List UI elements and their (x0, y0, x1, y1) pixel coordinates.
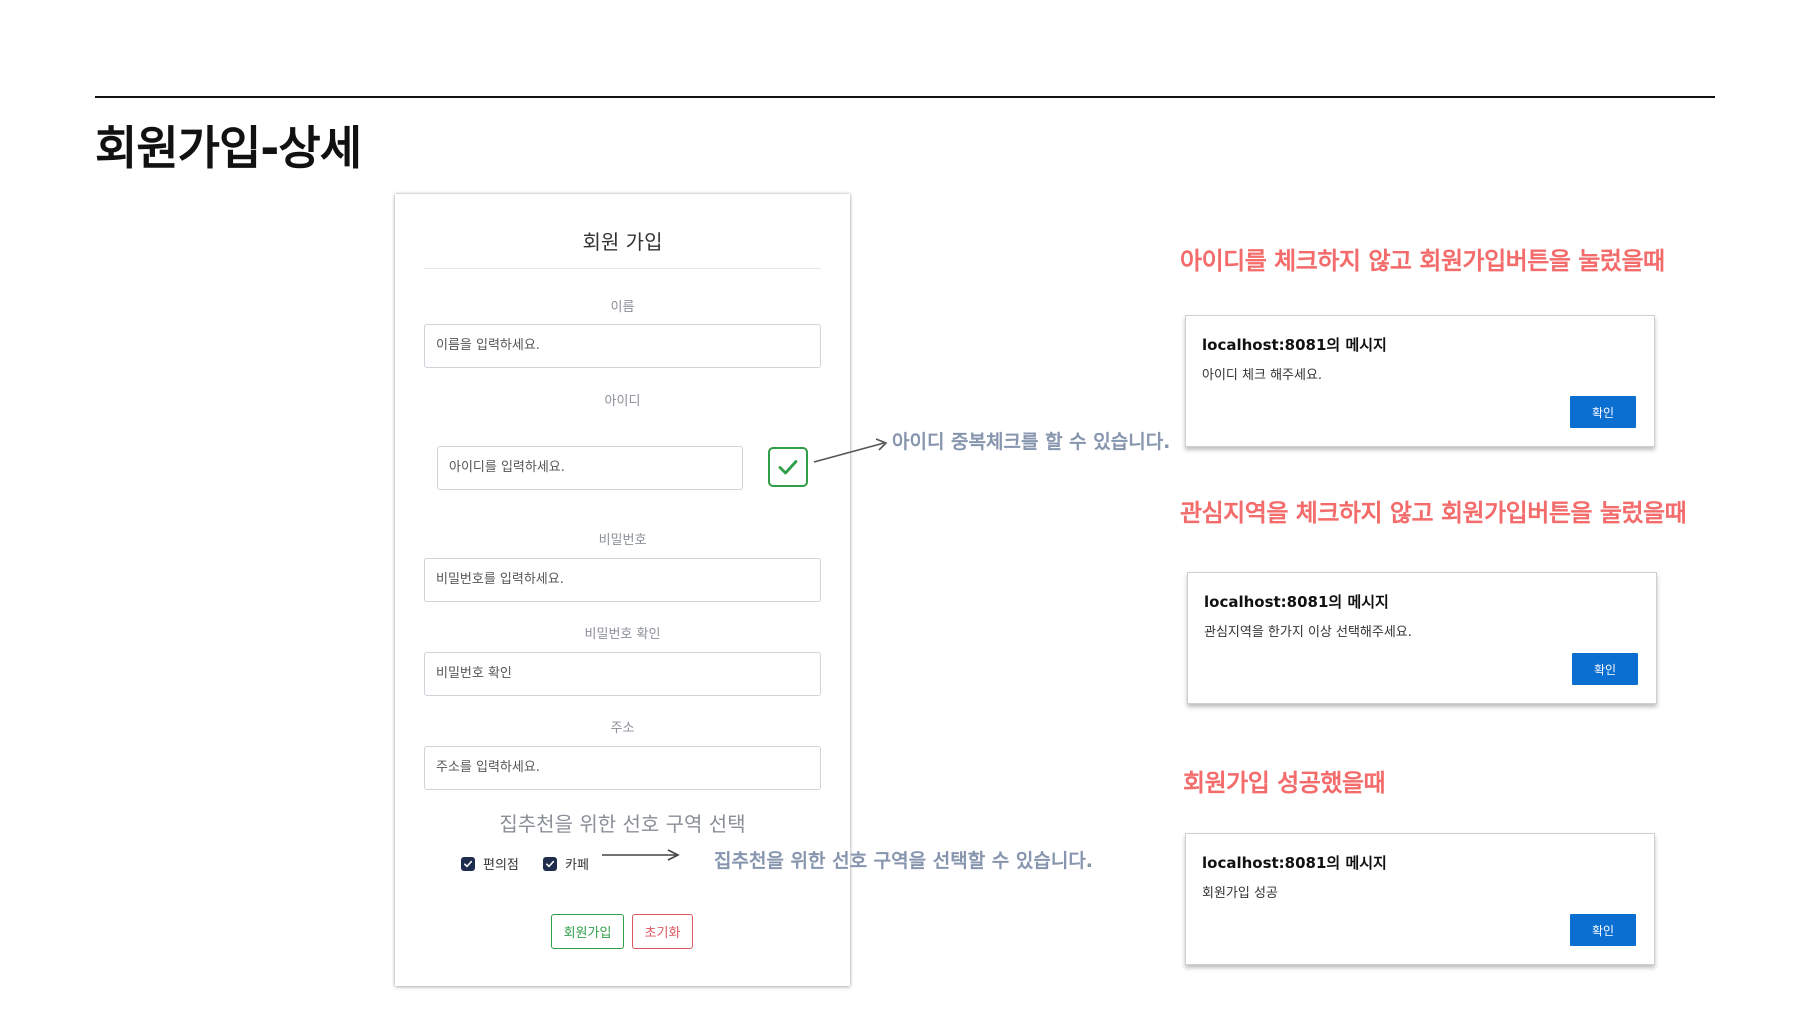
password-label: 비밀번호 (598, 533, 647, 548)
checkbox-label: 카페 (565, 858, 589, 873)
signup-button[interactable]: 회원가입 (551, 914, 624, 949)
name-label: 이름 (610, 300, 635, 315)
scenario-heading-region-unchecked: 관심지역을 체크하지 않고 회원가입버튼을 눌렀을때 (1180, 499, 1687, 527)
checkbox-cafe[interactable]: 카페 (543, 854, 589, 873)
slide-title: 회원가입-상세 (95, 121, 362, 175)
address-input[interactable]: 주소를 입력하세요. (424, 746, 821, 790)
password-input[interactable]: 비밀번호를 입력하세요. (424, 558, 821, 602)
address-label: 주소 (610, 721, 635, 736)
checkbox-label: 편의점 (483, 858, 519, 873)
scenario-heading-id-unchecked: 아이디를 체크하지 않고 회원가입버튼을 눌렀을때 (1180, 247, 1665, 275)
title-divider (424, 268, 821, 269)
dialog-ok-button[interactable]: 확인 (1572, 653, 1638, 685)
scenario-heading-signup-success: 회원가입 성공했을때 (1183, 769, 1386, 797)
name-input[interactable]: 이름을 입력하세요. (424, 324, 821, 368)
preference-title: 집추천을 위한 선호 구역 선택 (499, 812, 746, 836)
preference-note: 집추천을 위한 선호 구역을 선택할 수 있습니다. (714, 850, 1094, 872)
checkbox-convenience-store[interactable]: 편의점 (461, 854, 519, 873)
alert-dialog-region-check: localhost:8081의 메시지 관심지역을 한가지 이상 선택해주세요.… (1187, 572, 1657, 704)
dialog-message: 회원가입 성공 (1202, 886, 1278, 901)
dialog-message: 관심지역을 한가지 이상 선택해주세요. (1204, 625, 1412, 640)
dialog-ok-button[interactable]: 확인 (1570, 914, 1636, 946)
id-duplicate-check-button[interactable] (768, 447, 808, 487)
checkbox-checked-icon (543, 856, 557, 871)
reset-button[interactable]: 초기화 (632, 914, 693, 949)
top-divider (95, 96, 1715, 98)
password-confirm-label: 비밀번호 확인 (584, 627, 661, 642)
signup-form-title: 회원 가입 (582, 230, 663, 254)
dialog-title: localhost:8081의 메시지 (1204, 593, 1389, 611)
dialog-title: localhost:8081의 메시지 (1202, 854, 1387, 872)
check-icon (778, 460, 798, 475)
password-confirm-input[interactable]: 비밀번호 확인 (424, 652, 821, 696)
checkbox-checked-icon (461, 856, 475, 871)
dialog-title: localhost:8081의 메시지 (1202, 336, 1387, 354)
id-label: 아이디 (604, 394, 641, 409)
dialog-message: 아이디 체크 해주세요. (1202, 368, 1323, 383)
dialog-ok-button[interactable]: 확인 (1570, 396, 1636, 428)
id-input[interactable]: 아이디를 입력하세요. (437, 446, 743, 490)
alert-dialog-id-check: localhost:8081의 메시지 아이디 체크 해주세요. 확인 (1185, 315, 1655, 447)
id-check-note: 아이디 중복체크를 할 수 있습니다. (892, 431, 1171, 453)
alert-dialog-signup-success: localhost:8081의 메시지 회원가입 성공 확인 (1185, 833, 1655, 965)
